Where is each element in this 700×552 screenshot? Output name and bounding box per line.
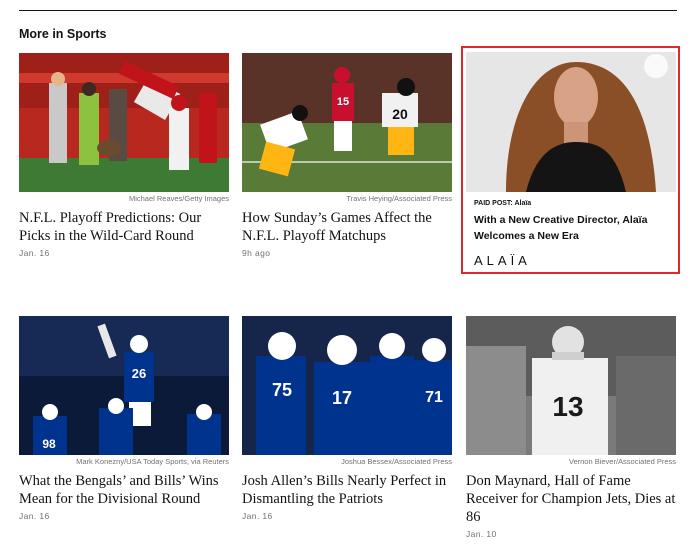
section-top-rule	[19, 10, 677, 11]
article-headline-link[interactable]: Josh Allen’s Bills Nearly Perfect in Dis…	[242, 472, 452, 508]
jersey-number: 15	[337, 96, 349, 108]
photo-credit: Vernon Biever/Associated Press	[568, 457, 676, 466]
article-card[interactable]: 13 Vernon Biever/Associated Press Don Ma…	[466, 316, 676, 539]
photo-credit: Michael Reaves/Getty Images	[128, 194, 229, 203]
article-image-chiefs-steelers[interactable]: 15 20	[242, 53, 452, 192]
photo-credit: Travis Heying/Associated Press	[346, 194, 452, 203]
jersey-number: 20	[392, 106, 408, 122]
article-card[interactable]: 15 20 Travis Heying/Associated Press How…	[242, 53, 452, 258]
article-headline-link[interactable]: What the Bengals’ and Bills’ Wins Mean f…	[19, 472, 229, 508]
jersey-number: 98	[42, 437, 56, 451]
article-card[interactable]: 75 17 71 Joshua Bessex/Associated Press …	[242, 316, 452, 521]
photo-credit: Mark Konezny/USA Today Sports, via Reute…	[76, 457, 229, 466]
jersey-number: 71	[425, 389, 443, 406]
article-date: Jan. 10	[466, 529, 497, 539]
article-headline-link[interactable]: Don Maynard, Hall of Fame Receiver for C…	[466, 472, 676, 526]
article-card[interactable]: 26 98 Mark Konezny/USA Today Sports, via…	[19, 316, 229, 521]
article-date: Jan. 16	[242, 511, 273, 521]
article-image-bills-players[interactable]: 75 17 71	[242, 316, 452, 455]
article-headline-link[interactable]: How Sunday’s Games Affect the N.F.L. Pla…	[242, 209, 452, 245]
article-date: Jan. 16	[19, 248, 50, 258]
paid-post-ad[interactable]: PAID POST: Alaïa With a New Creative Dir…	[461, 46, 680, 274]
jersey-number: 26	[132, 366, 146, 381]
paid-post-label: PAID POST: Alaïa	[474, 200, 532, 207]
section-title: More in Sports	[19, 27, 107, 41]
article-date: Jan. 16	[19, 511, 50, 521]
article-image-jets-maynard[interactable]: 13	[466, 316, 676, 455]
ad-headline-link[interactable]: With a New Creative Director, Alaïa Welc…	[474, 212, 669, 244]
jersey-number: 17	[332, 388, 352, 408]
ad-image-model[interactable]	[466, 52, 676, 192]
article-image-football-flip[interactable]	[19, 53, 229, 192]
alaia-logo: ALAÏA	[474, 253, 531, 268]
jersey-number: 13	[552, 391, 583, 422]
article-headline-link[interactable]: N.F.L. Playoff Predictions: Our Picks in…	[19, 209, 229, 245]
article-image-bills-celebration[interactable]: 26 98	[19, 316, 229, 455]
article-card[interactable]: Michael Reaves/Getty Images N.F.L. Playo…	[19, 53, 229, 258]
photo-credit: Joshua Bessex/Associated Press	[341, 457, 452, 466]
jersey-number: 75	[272, 380, 292, 400]
article-date: 9h ago	[242, 248, 271, 258]
